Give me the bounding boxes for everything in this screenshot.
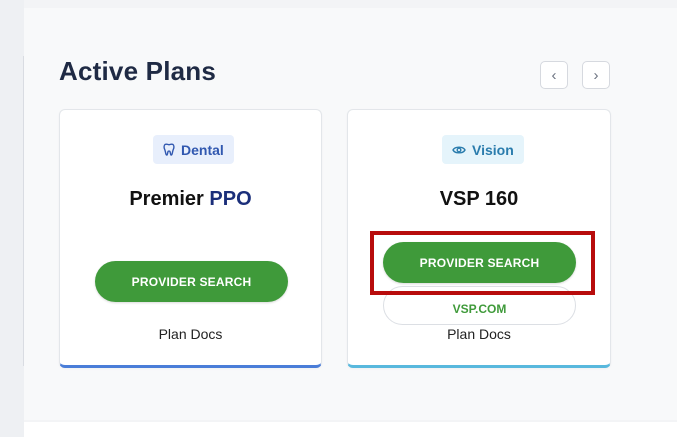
plan-name: Premier PPO <box>60 188 321 211</box>
plan-type-badge: Dental <box>153 135 234 164</box>
left-panel-edge <box>0 0 24 437</box>
carousel-prev-button[interactable]: ‹ <box>540 61 568 89</box>
plan-type-label: Dental <box>181 141 224 158</box>
section-title: Active Plans <box>59 56 217 86</box>
tooth-icon <box>163 143 175 156</box>
chevron-left-icon: ‹ <box>551 66 557 84</box>
vsp-website-button[interactable]: VSP.COM <box>383 286 576 325</box>
plan-type-label: Vision <box>472 141 514 158</box>
provider-search-button[interactable]: PROVIDER SEARCH <box>383 242 576 283</box>
eye-icon <box>452 145 466 154</box>
chevron-right-icon: › <box>593 66 599 84</box>
carousel-next-button[interactable]: › <box>582 61 610 89</box>
plan-type-badge: Vision <box>442 135 524 164</box>
plan-name-accent: PPO <box>209 188 252 210</box>
plan-card-dental: Dental Premier PPO PROVIDER SEARCH Plan … <box>59 109 322 368</box>
plan-docs-link[interactable]: Plan Docs <box>348 326 610 342</box>
lower-panel <box>24 422 677 437</box>
plan-card-vision: Vision VSP 160 VSP.COM PROVIDER SEARCH P… <box>347 109 611 368</box>
provider-search-button[interactable]: PROVIDER SEARCH <box>95 261 288 302</box>
plan-name-prefix: Premier <box>129 188 210 210</box>
plan-docs-link[interactable]: Plan Docs <box>60 326 321 342</box>
plan-name: VSP 160 <box>439 188 519 210</box>
